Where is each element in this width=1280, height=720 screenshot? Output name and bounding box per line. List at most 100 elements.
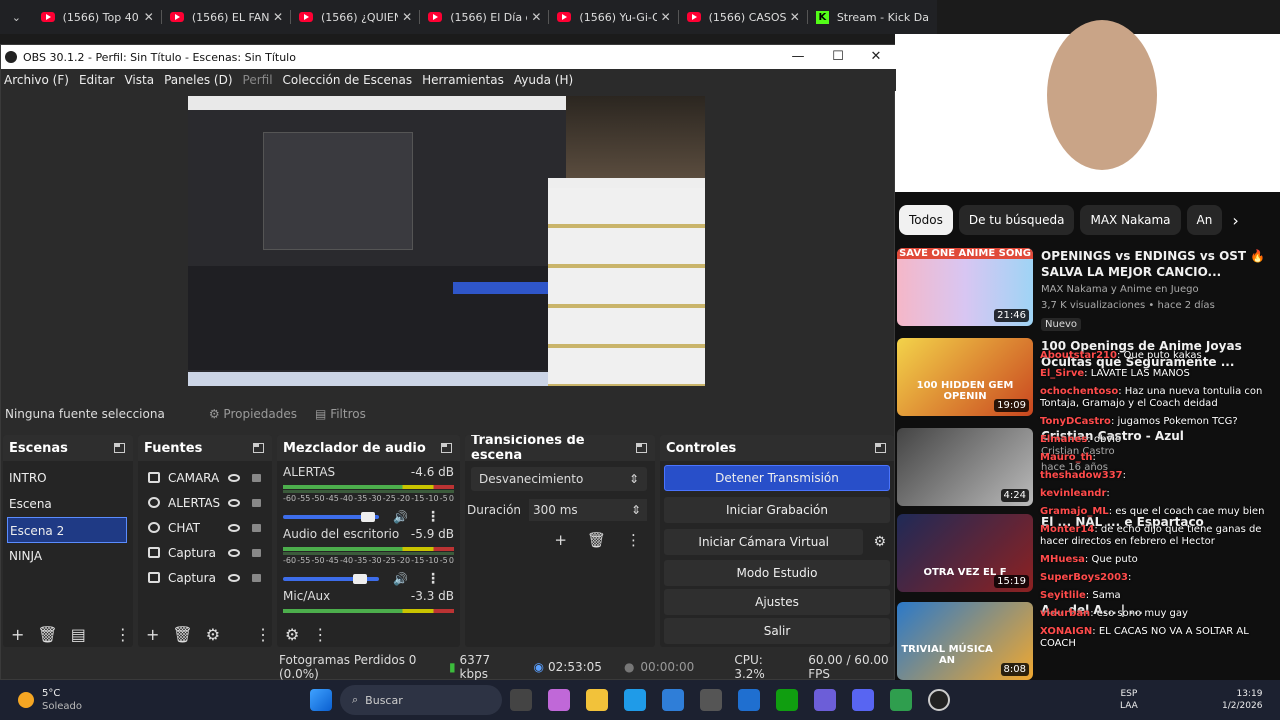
filter-icon[interactable]: ▤ (71, 625, 86, 644)
filters-button[interactable]: ▤ Filtros (315, 407, 366, 421)
taskbar-search[interactable]: ⌕ Buscar (340, 685, 502, 715)
file-explorer-icon[interactable] (586, 689, 608, 711)
menu-herramientas[interactable]: Herramientas (419, 73, 511, 87)
browser-tab[interactable]: (1566) ¿QUIEN T✕ (291, 0, 421, 34)
menu-paneles[interactable]: Paneles (D) (161, 73, 239, 87)
close-icon[interactable]: ✕ (856, 45, 896, 69)
lock-icon[interactable] (252, 523, 261, 532)
browser-tab[interactable]: (1566) EL FAN M ✕ (162, 0, 292, 34)
chip-more[interactable]: An (1186, 205, 1223, 235)
chevron-right-icon[interactable]: › (1232, 211, 1238, 230)
gear-icon[interactable]: ⚙ (873, 534, 886, 550)
dock-icon[interactable] (114, 443, 125, 453)
browser-tab[interactable]: (1566) Yu-Gi-Oh ✕ (549, 0, 679, 34)
scene-item[interactable]: NINJA (3, 543, 133, 569)
chip-de-tu-busqueda[interactable]: De tu búsqueda (958, 205, 1075, 235)
speaker-icon[interactable]: 🔊 (393, 510, 408, 524)
trash-icon[interactable]: 🗑 (37, 625, 57, 644)
trash-icon[interactable]: 🗑 (172, 625, 192, 644)
visual-studio-icon[interactable] (738, 689, 760, 711)
mixer-settings-icon[interactable]: ⚙ (285, 625, 299, 644)
edge-icon[interactable] (624, 689, 646, 711)
menu-ayuda[interactable]: Ayuda (H) (511, 73, 580, 87)
eye-icon[interactable] (228, 523, 240, 532)
dock-icon[interactable] (875, 443, 886, 453)
menu-vista[interactable]: Vista (121, 73, 161, 87)
gear-icon[interactable]: ⚙ (206, 625, 220, 644)
add-icon[interactable]: + (146, 625, 159, 644)
volume-slider[interactable] (283, 574, 379, 584)
start-icon[interactable] (310, 689, 332, 711)
store-icon[interactable] (662, 689, 684, 711)
more-icon[interactable]: ⋮ (426, 509, 440, 525)
virtual-camera-button[interactable]: Iniciar Cámara Virtual (664, 529, 864, 555)
source-item[interactable]: Captura d (138, 540, 272, 565)
app-icon[interactable] (700, 689, 722, 711)
source-item[interactable]: CAMARA (138, 465, 272, 490)
add-icon[interactable]: + (11, 625, 24, 644)
scene-item[interactable]: Escena (3, 491, 133, 517)
close-icon[interactable]: ✕ (144, 10, 154, 24)
scene-item[interactable]: INTRO (3, 465, 133, 491)
eye-icon[interactable] (228, 473, 240, 482)
obs-taskbar-icon[interactable] (928, 689, 950, 711)
browser-tab[interactable]: (1566) Top 40 Op ✕ (33, 0, 162, 34)
dock-icon[interactable] (253, 443, 264, 453)
menu-perfil[interactable]: Perfil (240, 73, 280, 87)
source-item[interactable]: Captura d (138, 565, 272, 590)
speaker-icon[interactable]: 🔊 (393, 572, 408, 586)
dock-icon[interactable] (636, 443, 647, 453)
lock-icon[interactable] (252, 573, 261, 582)
close-icon[interactable]: ✕ (661, 10, 671, 24)
chrome-icon[interactable] (890, 689, 912, 711)
more-icon[interactable]: ⋮ (312, 625, 328, 644)
trash-icon[interactable]: 🗑 (587, 531, 606, 549)
menu-coleccion[interactable]: Colección de Escenas (280, 73, 420, 87)
volume-slider[interactable] (283, 512, 379, 522)
video-item[interactable]: SAVE ONE ANIME SONG 21:46 OPENINGS vs EN… (895, 248, 1280, 332)
menu-editar[interactable]: Editar (76, 73, 122, 87)
video-thumbnail[interactable]: 100 HIDDEN GEM OPENIN 19:09 (897, 338, 1033, 416)
chip-max-nakama[interactable]: MAX Nakama (1080, 205, 1181, 235)
minimize-icon[interactable]: — (778, 45, 818, 69)
xbox-icon[interactable] (776, 689, 798, 711)
video-thumbnail[interactable]: SAVE ONE ANIME SONG 21:46 (897, 248, 1033, 326)
teams-icon[interactable] (814, 689, 836, 711)
eye-icon[interactable] (228, 548, 240, 557)
lock-icon[interactable] (252, 473, 261, 482)
start-recording-button[interactable]: Iniciar Grabación (664, 497, 890, 523)
maximize-icon[interactable]: ☐ (818, 45, 858, 69)
scene-item-selected[interactable]: Escena 2 (7, 517, 127, 543)
source-item[interactable]: ALERTAS (138, 490, 272, 515)
more-icon[interactable]: ⋮ (426, 571, 440, 587)
close-icon[interactable]: ✕ (531, 10, 541, 24)
add-icon[interactable]: + (554, 531, 567, 549)
tab-list-chevron-icon[interactable]: ⌄ (0, 11, 33, 24)
obs-preview[interactable] (188, 96, 705, 386)
video-thumbnail[interactable]: TRIVIAL MÚSICA AN 8:08 (897, 602, 1033, 680)
weather-widget[interactable]: 5°C Soleado (42, 687, 82, 713)
properties-button[interactable]: ⚙ Propiedades (209, 407, 297, 421)
video-thumbnail[interactable]: 4:24 (897, 428, 1033, 506)
close-icon[interactable]: ✕ (273, 10, 283, 24)
eye-icon[interactable] (228, 498, 240, 507)
settings-button[interactable]: Ajustes (664, 589, 890, 615)
task-view-icon[interactable] (510, 689, 532, 711)
clock[interactable]: 13:19 1/2/2026 (1222, 688, 1262, 712)
video-thumbnail[interactable]: OTRA VEZ EL F 15:19 (897, 514, 1033, 592)
dock-icon[interactable] (441, 443, 452, 453)
video-title[interactable]: OPENINGS vs ENDINGS vs OST 🔥 SALVA LA ME… (1041, 248, 1266, 280)
studio-mode-button[interactable]: Modo Estudio (664, 560, 890, 586)
more-icon[interactable]: ⋮ (626, 531, 641, 549)
more-icon[interactable]: ⋮ (255, 625, 271, 644)
browser-tab[interactable]: K Stream - Kick Da (808, 0, 937, 34)
lock-icon[interactable] (252, 498, 261, 507)
discord-icon[interactable] (852, 689, 874, 711)
menu-archivo[interactable]: Archivo (F) (1, 73, 76, 87)
stop-stream-button[interactable]: Detener Transmisión (664, 465, 890, 491)
obs-titlebar[interactable]: OBS 30.1.2 - Perfil: Sin Título - Escena… (1, 45, 896, 69)
lock-icon[interactable] (252, 548, 261, 557)
eye-icon[interactable] (228, 573, 240, 582)
close-icon[interactable]: ✕ (402, 10, 412, 24)
close-icon[interactable]: ✕ (790, 10, 800, 24)
